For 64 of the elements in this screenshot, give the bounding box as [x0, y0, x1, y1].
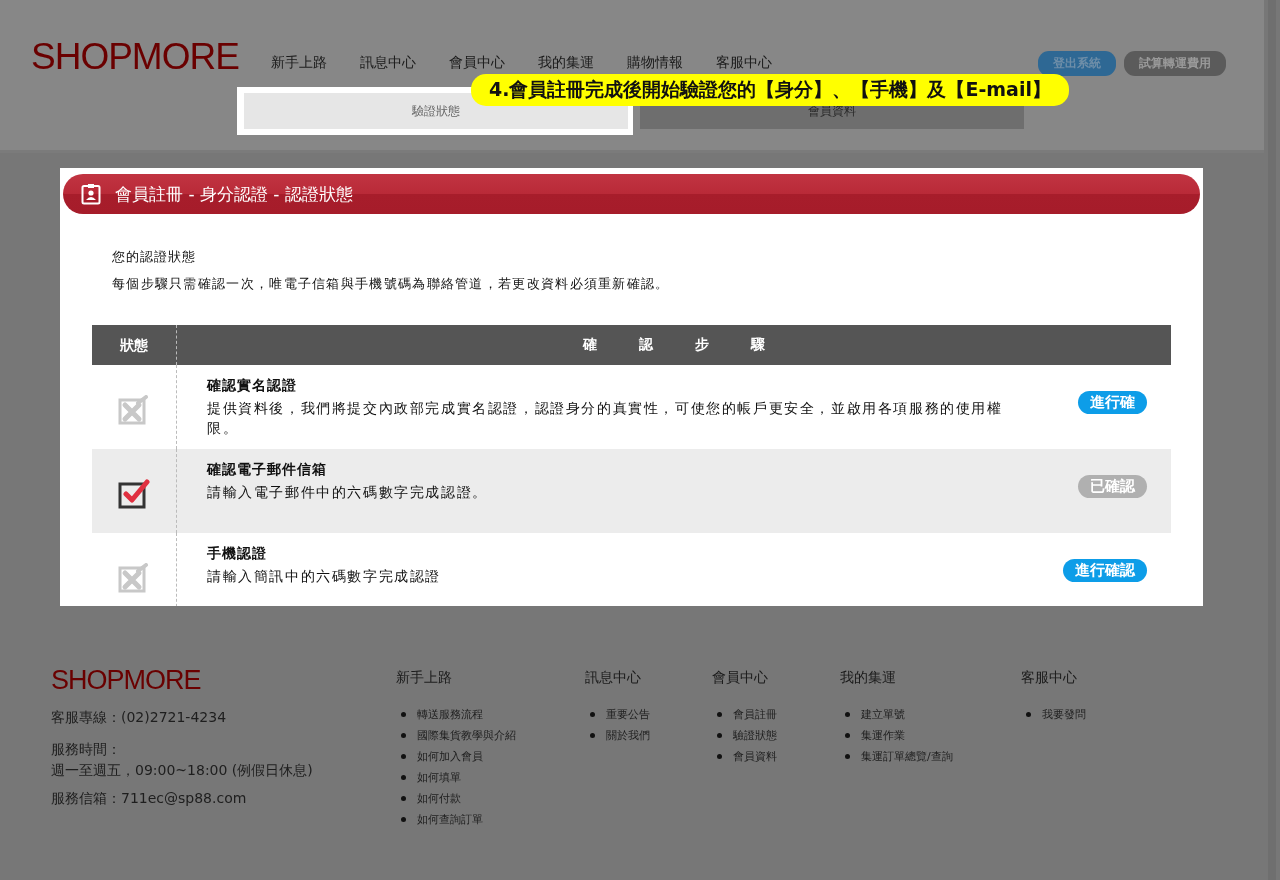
step-description: 請輸入電子郵件中的六碼數字完成認證。 — [207, 483, 489, 502]
footer-heading: 會員中心 — [712, 669, 769, 687]
contact-info: 服務信箱：711ec@sp88.com — [51, 789, 248, 808]
bullet-icon — [401, 754, 406, 759]
status-note: 每個步驟只需確認一次，唯電子信箱與手機號碼為聯絡管道，若更改資料必須重新確認。 — [112, 275, 671, 293]
bullet-icon — [590, 712, 595, 717]
column-header: 確 認 步 驟 — [581, 336, 766, 354]
step-title: 確認實名認證 — [207, 377, 298, 395]
bullet-icon — [717, 712, 722, 717]
step-description: 提供資料後，我們將提交內政部完成實名認證，認證身分的真實性，可使您的帳戶更安全，並啟用各項服務的使用權限。 — [207, 399, 1004, 438]
confirm-button[interactable]: 進行確 — [1078, 391, 1147, 414]
nav-link[interactable]: 我的集運 — [537, 54, 594, 72]
footer-link[interactable]: 關於我們 — [606, 728, 650, 743]
footer-link[interactable]: 如何查詢訂單 — [417, 812, 483, 827]
step-description: 請輸入簡訊中的六碼數字完成認證 — [207, 567, 442, 586]
bullet-icon — [717, 733, 722, 738]
callout-tooltip: 4.會員註冊完成後開始驗證您的【身分】、【手機】及【E-mail】 — [471, 74, 1069, 106]
nav-link[interactable]: 訊息中心 — [359, 54, 416, 72]
footer-heading: 訊息中心 — [585, 669, 642, 687]
bullet-icon — [401, 775, 406, 780]
footer-link[interactable]: 國際集貨教學與介紹 — [417, 728, 516, 743]
bullet-icon — [401, 712, 406, 717]
id-badge-icon — [81, 183, 101, 205]
logo[interactable]: SHOPMORE — [31, 36, 239, 78]
footer-link[interactable]: 會員資料 — [733, 749, 777, 764]
footer-link[interactable]: 驗證狀態 — [733, 728, 777, 743]
footer-link[interactable]: 集運作業 — [861, 728, 905, 743]
status-heading: 您的認證狀態 — [112, 248, 197, 266]
bullet-icon — [845, 733, 850, 738]
contact-info: 週一至週五，09:00~18:00 (例假日休息) — [51, 761, 314, 780]
footer-link[interactable]: 如何付款 — [417, 791, 461, 806]
bullet-icon — [1026, 712, 1031, 717]
bullet-icon — [845, 712, 850, 717]
footer-link[interactable]: 集運訂單總覽/查詢 — [861, 749, 953, 764]
contact-info: 客服專線：(02)2721-4234 — [51, 708, 228, 727]
nav-link[interactable]: 客服中心 — [715, 54, 772, 72]
contact-info: 服務時間： — [51, 740, 122, 759]
bullet-icon — [401, 796, 406, 801]
step-title: 確認電子郵件信箱 — [207, 461, 328, 479]
bullet-icon — [401, 733, 406, 738]
footer-link[interactable]: 我要發問 — [1042, 707, 1086, 722]
footer-link[interactable]: 會員註冊 — [733, 707, 777, 722]
footer-link[interactable]: 如何加入會員 — [417, 749, 483, 764]
bullet-icon — [845, 754, 850, 759]
nav-link[interactable]: 新手上路 — [270, 54, 327, 72]
header-button[interactable]: 試算轉運費用 — [1124, 51, 1226, 76]
step-title: 手機認證 — [207, 545, 268, 563]
footer-heading: 新手上路 — [396, 669, 453, 687]
panel-title: 會員註冊 - 身分認證 - 認證狀態 — [115, 182, 353, 206]
confirm-button[interactable]: 進行確認 — [1063, 559, 1147, 582]
footer-link[interactable]: 建立單號 — [861, 707, 905, 722]
footer-heading: 客服中心 — [1021, 669, 1078, 687]
footer-link[interactable]: 如何填單 — [417, 770, 461, 785]
footer-link[interactable]: 重要公告 — [606, 707, 650, 722]
footer-heading: 我的集運 — [840, 669, 897, 687]
bullet-icon — [401, 817, 406, 822]
footer-logo[interactable]: SHOPMORE — [51, 666, 396, 694]
footer-link[interactable]: 轉送服務流程 — [417, 707, 483, 722]
bullet-icon — [590, 733, 595, 738]
confirm-button[interactable]: 已確認 — [1078, 475, 1147, 498]
nav-link[interactable]: 購物情報 — [626, 54, 683, 72]
column-header: 狀態 — [92, 325, 177, 365]
bullet-icon — [717, 754, 722, 759]
nav-link[interactable]: 會員中心 — [448, 54, 505, 72]
